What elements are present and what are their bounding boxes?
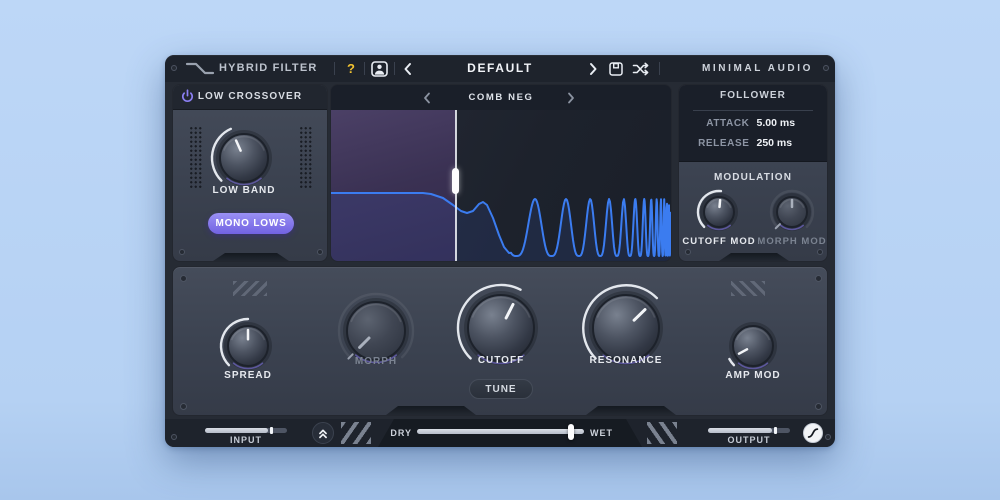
preset-prev-button[interactable] (403, 62, 412, 79)
morph-mod-knob[interactable] (765, 185, 819, 239)
divider (394, 62, 395, 75)
attack-row: ATTACK 5.00 ms (679, 115, 827, 131)
input-gain-slider[interactable] (205, 427, 287, 434)
low-band-label: LOW BAND (212, 185, 276, 196)
output-gain-slider[interactable] (708, 427, 790, 434)
grip-notch (213, 253, 289, 261)
cutoff-label: CUTOFF (477, 355, 525, 366)
release-value[interactable]: 250 ms (757, 137, 815, 149)
wet-label: WET (590, 428, 613, 438)
filter-visualizer (331, 110, 671, 261)
power-icon[interactable] (180, 89, 195, 109)
low-crossover-title: LOW CROSSOVER (197, 91, 303, 102)
brand-name: MINIMAL AUDIO (701, 63, 813, 74)
vent-dots (189, 126, 203, 190)
screw (180, 403, 187, 410)
collapse-button[interactable] (312, 422, 334, 444)
brand-logo-icon (185, 61, 215, 82)
dry-label: DRY (390, 428, 412, 438)
follower-panel: FOLLOWER ATTACK 5.00 ms RELEASE 250 ms M… (678, 84, 828, 262)
help-button[interactable]: ? (343, 55, 359, 82)
tune-button[interactable]: TUNE (469, 379, 533, 399)
header-bar: HYBRID FILTER ? DEFAULT MINIMAL AUDIO (165, 55, 835, 82)
divider (659, 62, 660, 75)
divider (364, 62, 365, 75)
input-gain-fill (205, 428, 269, 433)
plugin-title: HYBRID FILTER (219, 62, 318, 74)
vent-dots (299, 126, 313, 190)
input-label: INPUT (230, 435, 262, 445)
output-gain-fill (708, 428, 772, 433)
filter-type-name[interactable]: COMB NEG (331, 85, 671, 110)
crossover-handle[interactable] (451, 168, 459, 194)
resonance-label: RESONANCE (589, 355, 663, 366)
main-knob-panel: SPREAD MORPH CUTOFF RESONANCE AMP MOD TU… (172, 266, 828, 416)
screw (171, 434, 177, 440)
soft-clip-button[interactable] (803, 423, 823, 443)
s-curve-icon (807, 428, 819, 438)
release-label: RELEASE (698, 137, 750, 149)
save-preset-button[interactable] (608, 61, 624, 82)
input-gain-marker (270, 427, 274, 434)
screw (825, 434, 831, 440)
account-button[interactable] (371, 61, 388, 82)
low-crossover-header: LOW CROSSOVER (173, 85, 327, 110)
follower-section: FOLLOWER ATTACK 5.00 ms RELEASE 250 ms (679, 85, 827, 162)
screw (817, 249, 823, 255)
screw (179, 249, 185, 255)
divider (334, 62, 335, 75)
filter-display-panel: COMB NEG (330, 84, 672, 262)
preset-name[interactable]: DEFAULT (445, 55, 555, 82)
display-header: COMB NEG (331, 85, 671, 111)
screw (823, 65, 829, 71)
grip-notch (586, 406, 676, 415)
filter-type-next-button[interactable] (567, 92, 575, 107)
amp-mod-label: AMP MOD (725, 370, 781, 381)
grip-notch (386, 406, 476, 415)
screw (815, 403, 822, 410)
slash-decoration (341, 422, 371, 444)
mono-lows-button[interactable]: MONO LOWS (208, 213, 294, 234)
divider (693, 110, 813, 111)
screw (685, 249, 691, 255)
morph-label: MORPH (354, 356, 398, 367)
dry-wet-handle[interactable] (567, 423, 574, 440)
output-label: OUTPUT (727, 435, 771, 445)
attack-value[interactable]: 5.00 ms (757, 117, 815, 129)
preset-next-button[interactable] (589, 62, 598, 79)
screw (317, 249, 323, 255)
screw (171, 65, 177, 71)
double-chevron-up-icon (319, 429, 327, 439)
output-gain-marker (773, 427, 777, 434)
spread-label: SPREAD (224, 370, 272, 381)
cutoff-mod-knob[interactable] (692, 185, 746, 239)
follower-title: FOLLOWER (719, 90, 786, 101)
randomize-button[interactable] (632, 62, 650, 81)
footer-bar: INPUT DRY WET OUTPUT (165, 419, 835, 447)
morph-mod-label: MORPH MOD (757, 236, 827, 247)
hatch-decoration (233, 281, 267, 296)
attack-label: ATTACK (706, 117, 750, 129)
hatch-decoration (731, 281, 765, 296)
screw (815, 275, 822, 282)
screw (180, 275, 187, 282)
dry-wet-slider[interactable] (417, 423, 584, 440)
release-row: RELEASE 250 ms (679, 135, 827, 151)
plugin-window: HYBRID FILTER ? DEFAULT MINIMAL AUDIO LO… (165, 55, 835, 447)
low-crossover-panel: LOW CROSSOVER LOW BAND MONO LOWS (172, 84, 328, 262)
slash-decoration (647, 422, 677, 444)
filter-type-prev-button[interactable] (423, 92, 431, 107)
filter-curve (331, 192, 671, 261)
grip-notch (719, 253, 789, 261)
